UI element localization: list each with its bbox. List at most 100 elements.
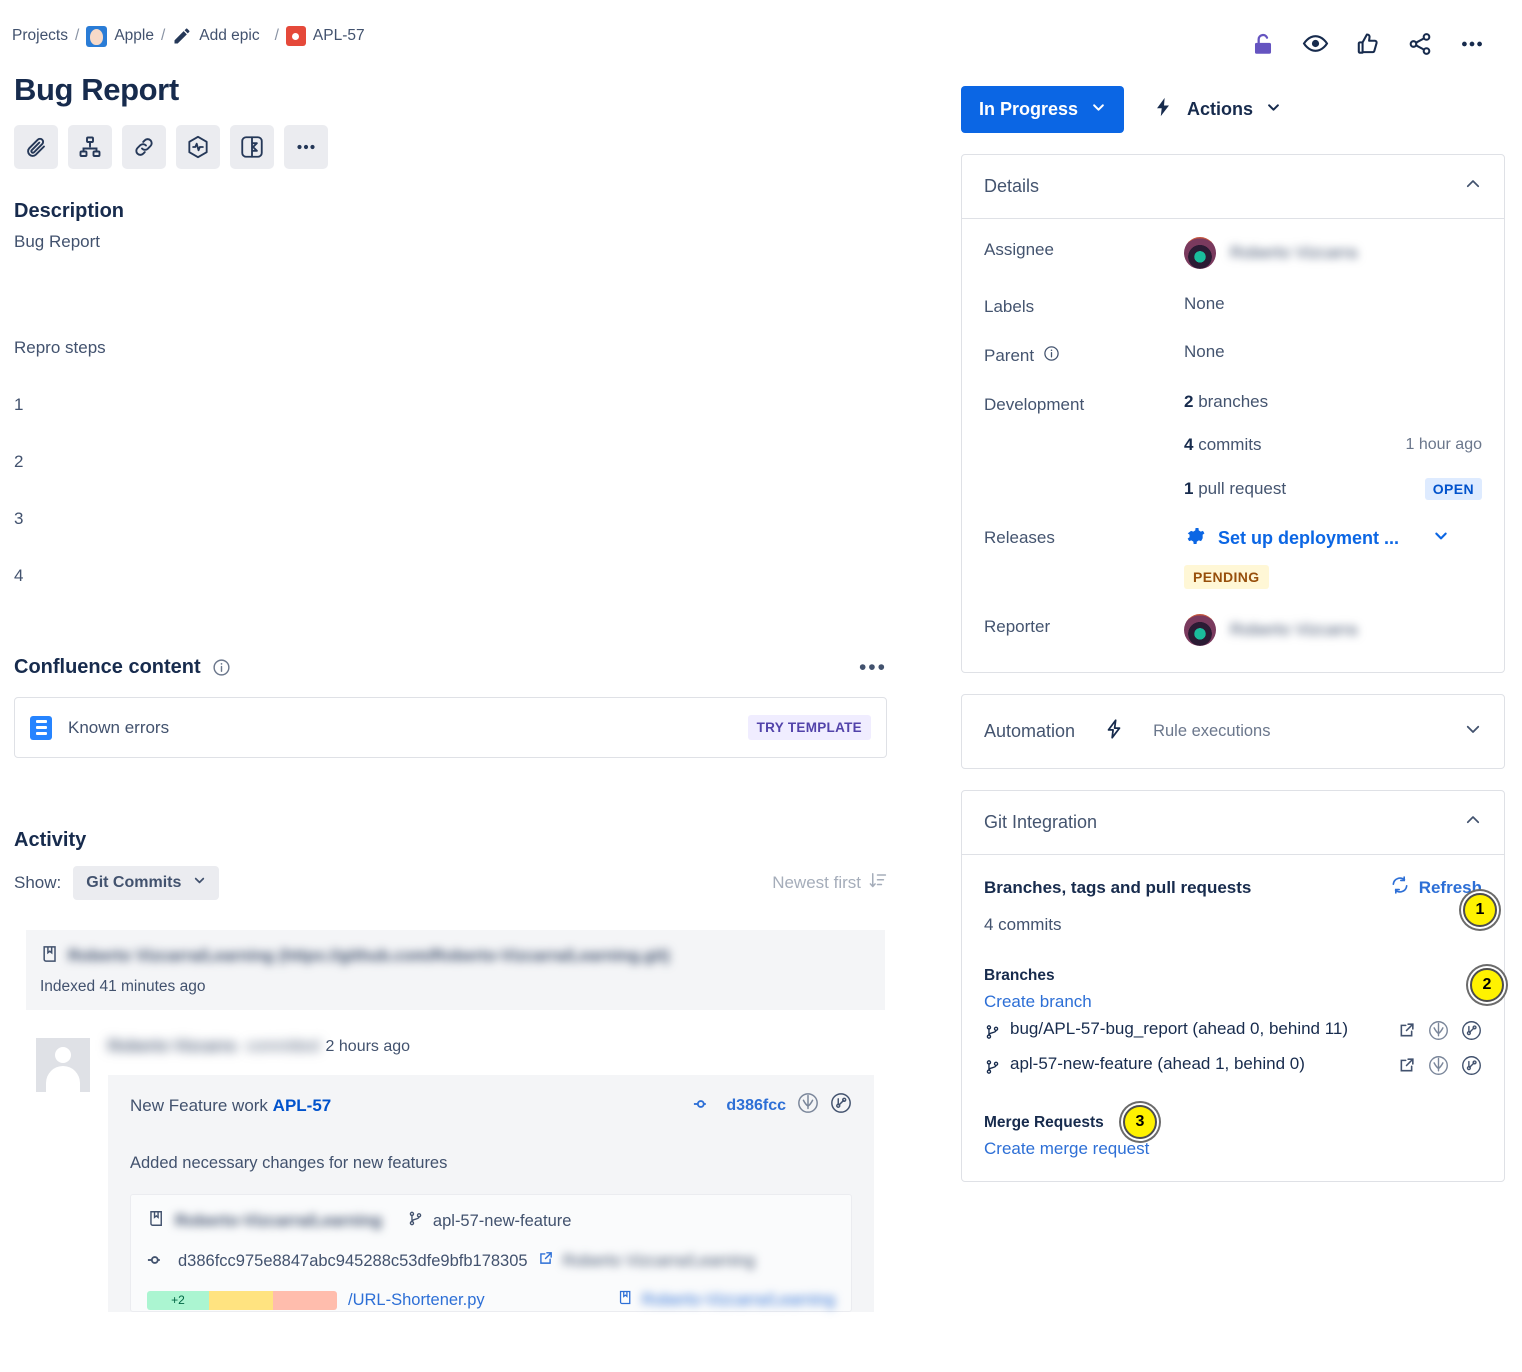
activity-timestamp: 2 hours ago xyxy=(325,1038,411,1055)
commit-branch-name[interactable]: apl-57-new-feature xyxy=(433,1212,572,1231)
git-commits-count[interactable]: 4 commits xyxy=(984,915,1482,935)
development-pr-line[interactable]: 1 pull request OPEN xyxy=(1184,478,1482,500)
breadcrumb-separator-3: / xyxy=(274,27,279,44)
activity-filter-value: Git Commits xyxy=(86,874,182,891)
commit-title-prefix: New Feature work xyxy=(130,1095,273,1115)
info-icon[interactable] xyxy=(212,658,231,677)
field-reporter-label: Reporter xyxy=(984,617,1051,636)
git-branch-icon xyxy=(984,1018,1001,1047)
commit-title: New Feature work APL-57 xyxy=(130,1096,331,1116)
try-template-button[interactable]: TRY TEMPLATE xyxy=(747,715,871,740)
field-reporter: Reporter Roberto Vizcarra xyxy=(984,614,1482,646)
breadcrumb: Projects / Apple / Add epic / APL-57 xyxy=(12,22,905,50)
field-parent: Parent None xyxy=(984,342,1482,367)
confluence-content-card[interactable]: Known errors TRY TEMPLATE xyxy=(14,697,887,758)
diff-stat-bar: +2 xyxy=(147,1290,337,1310)
description-heading: Description xyxy=(14,200,125,222)
status-button-label: In Progress xyxy=(979,99,1079,119)
details-collapse-chevron-icon[interactable] xyxy=(1464,175,1482,198)
field-reporter-value[interactable]: Roberto Vizcarra xyxy=(1184,614,1482,646)
releases-status-badge: PENDING xyxy=(1184,565,1269,589)
activity-action: committed xyxy=(245,1038,320,1055)
gear-icon xyxy=(1184,525,1206,552)
field-assignee-value[interactable]: Roberto Vizcarra xyxy=(1184,237,1482,269)
branch-name-1[interactable]: bug/APL-57-bug_report (ahead 0, behind 1… xyxy=(1010,1018,1358,1041)
link-icon xyxy=(132,135,156,159)
git-branch-compare-icon[interactable] xyxy=(1461,1020,1482,1046)
assignee-avatar xyxy=(1184,237,1216,269)
repro-step-3: 3 xyxy=(14,509,24,528)
external-link-icon[interactable] xyxy=(1397,1056,1416,1080)
confluence-more-button[interactable]: ••• xyxy=(859,657,887,678)
link-icon-button[interactable] xyxy=(122,125,166,169)
automation-expand-chevron-icon[interactable] xyxy=(1464,720,1482,743)
field-development-value: 2 branches 4 commits 1 hour ago 1 pull r… xyxy=(1184,392,1482,500)
issue-sidebar-column: In Progress Actions Details Assignee Rob… xyxy=(905,0,1522,1372)
field-labels-label: Labels xyxy=(984,297,1035,316)
commit-repo-name: Roberto-Vizcarra/Learning xyxy=(175,1211,382,1230)
field-releases-value: Set up deployment ... PENDING xyxy=(1184,525,1482,589)
app-panel-icon-button[interactable] xyxy=(230,125,274,169)
reporter-name: Roberto Vizcarra xyxy=(1230,620,1358,639)
gitkraken-icon[interactable] xyxy=(1428,1055,1449,1081)
activity-author: Roberto Vizcarra xyxy=(108,1038,236,1055)
external-link-icon[interactable] xyxy=(1397,1021,1416,1045)
share-icon[interactable] xyxy=(1407,31,1433,62)
attach-icon-button[interactable] xyxy=(14,125,58,169)
watch-eye-icon[interactable] xyxy=(1302,30,1329,62)
git-branch-compare-icon[interactable] xyxy=(1461,1055,1482,1081)
activity-item-meta: Roberto Vizcarra committed 2 hours ago xyxy=(108,1038,905,1056)
development-pr-status-badge: OPEN xyxy=(1424,478,1482,500)
external-link-icon[interactable] xyxy=(537,1250,554,1272)
commit-file-path[interactable]: /URL-Shortener.py xyxy=(348,1291,485,1310)
git-integration-heading: Git Integration xyxy=(984,812,1098,832)
commit-card: New Feature work APL-57 d386fcc Added ne… xyxy=(108,1075,874,1312)
branch-name-2[interactable]: apl-57-new-feature (ahead 1, behind 0) xyxy=(1010,1053,1358,1076)
automation-lightning-icon xyxy=(1103,717,1125,746)
git-integration-collapse-chevron-icon[interactable] xyxy=(1464,811,1482,834)
more-icon[interactable] xyxy=(1459,31,1485,62)
field-releases: Releases Set up deployment ... PENDING xyxy=(984,525,1482,589)
breadcrumb-projects[interactable]: Projects xyxy=(12,27,68,45)
unlock-icon[interactable] xyxy=(1250,31,1276,62)
field-labels: Labels None xyxy=(984,294,1482,317)
commit-issue-key-link[interactable]: APL-57 xyxy=(273,1096,332,1115)
more-actions-icon-button[interactable] xyxy=(284,125,328,169)
gitkraken-icon[interactable] xyxy=(1428,1020,1449,1046)
releases-link-label: Set up deployment ... xyxy=(1218,528,1400,548)
git-branch-compare-icon[interactable] xyxy=(830,1092,852,1119)
info-icon[interactable] xyxy=(1043,345,1060,367)
field-parent-value[interactable]: None xyxy=(1184,342,1482,362)
child-issue-icon-button[interactable] xyxy=(68,125,112,169)
actions-button-label: Actions xyxy=(1187,99,1254,119)
automation-rule-executions-label[interactable]: Rule executions xyxy=(1153,722,1270,741)
branch-action-icons xyxy=(1397,1018,1482,1046)
commit-details-panel: Roberto-Vizcarra/Learning apl-57-new-fea… xyxy=(130,1194,852,1312)
commit-full-hash: d386fcc975e8847abc945288c53dfe9bfb178305 xyxy=(178,1251,528,1270)
repository-indexed-time: Indexed 41 minutes ago xyxy=(40,978,206,995)
field-labels-value[interactable]: None xyxy=(1184,294,1482,314)
activity-filter-select[interactable]: Git Commits xyxy=(73,866,220,900)
repository-icon xyxy=(40,944,60,969)
thumbs-up-icon[interactable] xyxy=(1355,31,1381,62)
field-assignee-label: Assignee xyxy=(984,240,1054,259)
releases-setup-link[interactable]: Set up deployment ... xyxy=(1184,525,1482,552)
development-commits-line[interactable]: 4 commits 1 hour ago xyxy=(1184,435,1482,455)
details-card-header: Details xyxy=(962,155,1504,219)
activity-sort-button[interactable]: Newest first xyxy=(772,871,887,895)
status-button[interactable]: In Progress xyxy=(961,86,1125,133)
development-branches-line[interactable]: 2 branches xyxy=(1184,392,1482,412)
app-insights-icon-button[interactable] xyxy=(176,125,220,169)
actions-button[interactable]: Actions xyxy=(1152,95,1281,124)
file-icon xyxy=(617,1289,634,1311)
breadcrumb-project[interactable]: Apple xyxy=(114,27,154,45)
chevron-down-icon[interactable] xyxy=(1433,528,1449,549)
create-branch-link[interactable]: Create branch xyxy=(984,992,1092,1012)
git-integration-body: Branches, tags and pull requests Refresh… xyxy=(962,855,1504,1181)
create-merge-request-link[interactable]: Create merge request xyxy=(984,1139,1149,1159)
breadcrumb-issue-key[interactable]: APL-57 xyxy=(313,27,365,45)
breadcrumb-epic[interactable]: Add epic xyxy=(199,27,259,45)
gitkraken-icon[interactable] xyxy=(797,1092,819,1119)
repository-banner: Roberto Vizcarra/Learning (https://githu… xyxy=(26,930,885,1010)
commit-short-hash[interactable]: d386fcc xyxy=(726,1097,786,1115)
